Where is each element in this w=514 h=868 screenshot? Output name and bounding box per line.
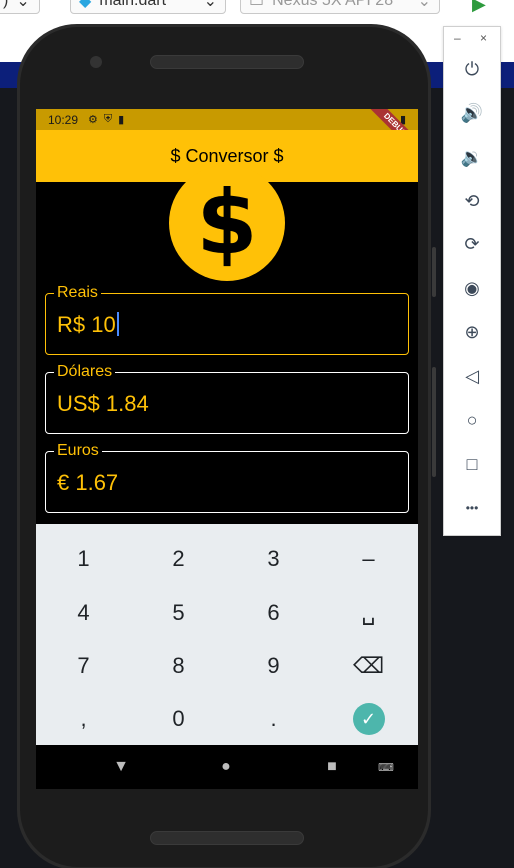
home-circle-icon[interactable]: ●	[211, 753, 241, 781]
status-bar: 10:29 ⚙ ⛨ ▮ ▼ ▮ DEBUG	[36, 109, 418, 162]
status-time: 10:29	[48, 112, 79, 127]
ide-config-fragment: )	[3, 0, 9, 9]
recents-square-icon[interactable]: ■	[317, 753, 347, 781]
key-comma[interactable]: ,	[36, 692, 131, 746]
front-camera	[90, 56, 102, 68]
key-1[interactable]: 1	[36, 532, 131, 586]
dolares-value: US$ 1.84	[57, 391, 149, 416]
ide-file-dropdown[interactable]: ◆ main.dart ⌄	[70, 0, 226, 14]
chevron-down-icon: ⌄	[417, 0, 431, 10]
device-icon: ▭	[249, 0, 265, 10]
key-2[interactable]: 2	[131, 532, 226, 586]
dolares-field[interactable]: Dólares US$ 1.84	[45, 363, 409, 434]
settings-icon: ⚙	[88, 114, 98, 126]
top-speaker	[150, 55, 304, 69]
space-key-icon[interactable]: ␣	[321, 586, 416, 640]
volume-up-icon[interactable]: 🔊	[458, 99, 486, 127]
key-7[interactable]: 7	[36, 639, 131, 693]
bottom-speaker	[150, 831, 304, 845]
home-icon[interactable]: ○	[458, 406, 486, 434]
reais-field[interactable]: Reais R$ 10	[45, 284, 409, 355]
text-cursor	[116, 312, 119, 336]
keyboard-switch-icon[interactable]: ⌨	[371, 753, 401, 781]
emulator-controls-panel: – × ⏻ 🔊 🔉 ⟲ ⟳ ◉ ⊕ ◁ ○ □ •••	[443, 26, 501, 536]
confirm-key[interactable]: ✓	[321, 692, 416, 746]
zoom-icon[interactable]: ⊕	[458, 318, 486, 346]
phone-body: 10:29 ⚙ ⛨ ▮ ▼ ▮ DEBUG $ Conversor $ $ Re…	[20, 27, 436, 867]
phone-screen: 10:29 ⚙ ⛨ ▮ ▼ ▮ DEBUG $ Conversor $ $ Re…	[36, 109, 418, 789]
euros-label: Euros	[54, 442, 102, 460]
rotate-right-icon[interactable]: ⟳	[458, 230, 486, 258]
key-0[interactable]: 0	[131, 692, 226, 746]
minimize-button[interactable]: –	[454, 31, 461, 45]
backspace-key-icon[interactable]: ⌫	[321, 639, 416, 693]
flutter-icon: ◆	[79, 0, 92, 10]
key-period[interactable]: .	[226, 692, 321, 746]
ide-config-dropdown[interactable]: ) ⌄	[0, 0, 40, 14]
back-icon[interactable]: ◁	[458, 362, 486, 390]
sd-card-icon: ▮	[118, 114, 125, 126]
key-3[interactable]: 3	[226, 532, 321, 586]
key-minus[interactable]: –	[321, 532, 416, 586]
reais-value: R$ 10	[57, 312, 116, 337]
euros-value: € 1.67	[57, 470, 119, 495]
reais-label: Reais	[54, 284, 101, 302]
app-title: $ Conversor $	[170, 145, 284, 166]
key-5[interactable]: 5	[131, 586, 226, 640]
ide-device-dropdown[interactable]: ▭ Nexus 5X API 28 ⌄	[240, 0, 440, 14]
android-nav-bar: ▼ ● ■ ⌨	[36, 745, 418, 789]
euros-field[interactable]: Euros € 1.67	[45, 442, 409, 513]
emulator-phone-frame: 10:29 ⚙ ⛨ ▮ ▼ ▮ DEBUG $ Conversor $ $ Re…	[17, 24, 436, 868]
dolares-label: Dólares	[54, 363, 116, 381]
shield-icon: ⛨	[103, 113, 113, 125]
key-6[interactable]: 6	[226, 586, 321, 640]
power-icon[interactable]: ⏻	[458, 55, 486, 83]
volume-button	[432, 247, 436, 297]
ide-file-tab: main.dart	[99, 0, 167, 9]
overview-icon[interactable]: □	[458, 450, 486, 478]
dollar-coin-icon: $	[169, 165, 285, 281]
key-8[interactable]: 8	[131, 639, 226, 693]
key-9[interactable]: 9	[226, 639, 321, 693]
numeric-keyboard: 1 2 3 – 4 5 6 ␣ 7 8 9 ⌫ , 0 . ✓	[36, 524, 418, 745]
chevron-down-icon: ⌄	[16, 0, 30, 10]
close-button[interactable]: ×	[480, 31, 487, 45]
rotate-left-icon[interactable]: ⟲	[458, 187, 486, 215]
key-4[interactable]: 4	[36, 586, 131, 640]
check-icon: ✓	[352, 703, 385, 735]
chevron-down-icon: ⌄	[203, 0, 217, 10]
power-button	[432, 367, 436, 477]
more-options-icon[interactable]: •••	[458, 494, 486, 522]
camera-icon[interactable]: ◉	[458, 274, 486, 302]
run-icon[interactable]: ▶	[472, 0, 486, 15]
volume-down-icon[interactable]: 🔉	[458, 143, 486, 171]
back-triangle-icon[interactable]: ▼	[106, 753, 136, 781]
ide-device-tab: Nexus 5X API 28	[272, 0, 394, 9]
